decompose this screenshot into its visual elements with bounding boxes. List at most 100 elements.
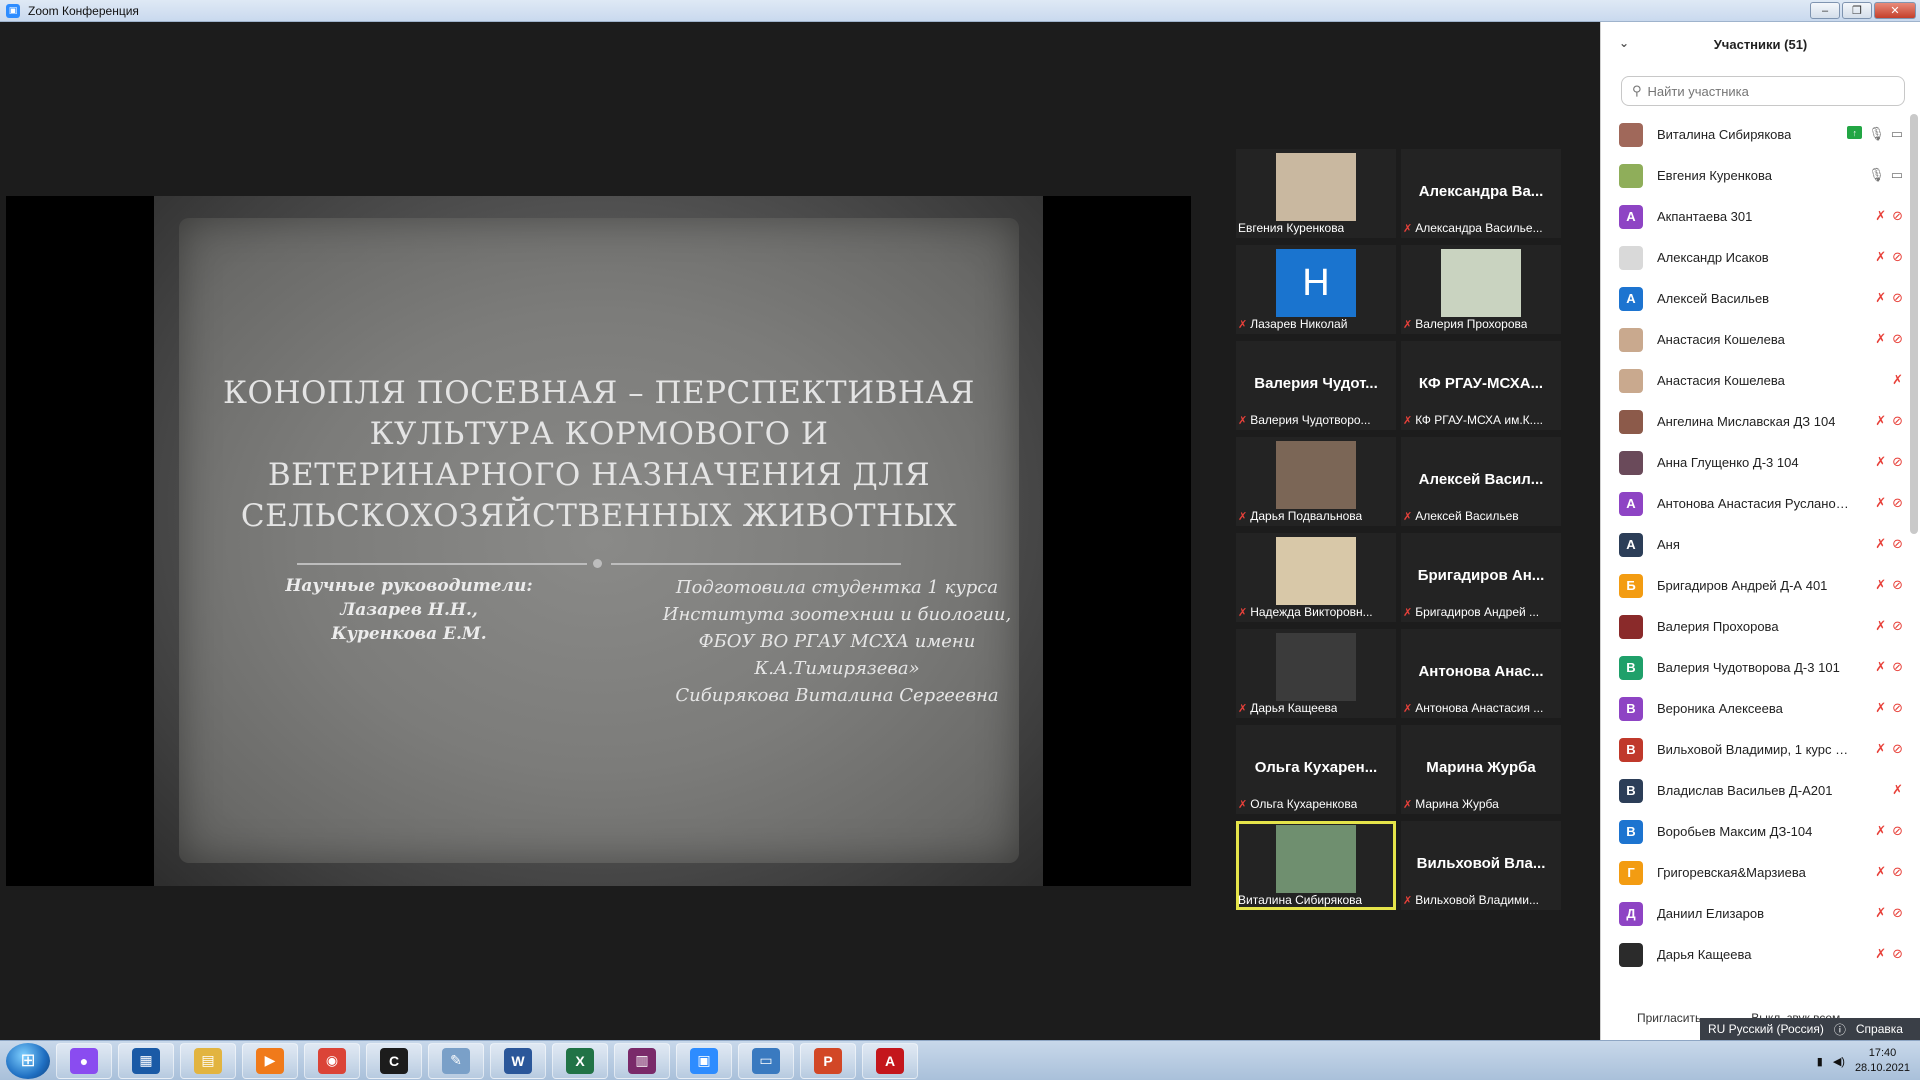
tile-caption: ✗ Валерия Чудотворо... (1238, 412, 1392, 428)
minimize-button[interactable]: – (1810, 2, 1840, 19)
participant-name: Аня (1657, 537, 1680, 552)
shared-screen: КОНОПЛЯ ПОСЕВНАЯ – ПЕРСПЕКТИВНАЯ КУЛЬТУР… (6, 196, 1191, 886)
participant-row[interactable]: А Акпантаева 301 ✗ ⊘ (1601, 196, 1909, 237)
start-button[interactable]: ⊞ (6, 1042, 50, 1079)
tile-caption-name: Алексей Васильев (1415, 509, 1519, 523)
avatar: А (1619, 491, 1643, 516)
avatar: Б (1619, 573, 1643, 598)
taskbar-acrobat-button[interactable]: A (862, 1042, 918, 1079)
network-icon[interactable]: ▮ (1817, 1055, 1823, 1068)
help-icon[interactable]: ⓘ (1834, 1021, 1846, 1038)
title-bar: ▣ Zoom Конференция – ❐ ✕ (0, 0, 1920, 22)
taskbar-excel-button[interactable]: X (552, 1042, 608, 1079)
acrobat-icon: A (876, 1047, 904, 1074)
close-button[interactable]: ✕ (1874, 2, 1916, 19)
participant-row[interactable]: Анастасия Кошелева ✗ ⊘ (1601, 319, 1909, 360)
tile-caption: ✗ Алексей Васильев (1403, 508, 1557, 524)
video-tile[interactable]: Валерия Чудот... ✗ Валерия Чудотворо... (1236, 341, 1396, 430)
tile-caption-name: Антонова Анастасия ... (1415, 701, 1544, 715)
taskbar-mathcad-button[interactable]: C (366, 1042, 422, 1079)
participant-row[interactable]: Александр Исаков ✗ ⊘ (1601, 237, 1909, 278)
taskbar-chrome-button[interactable]: ◉ (304, 1042, 360, 1079)
taskbar-powerpoint-button[interactable]: P (800, 1042, 856, 1079)
taskbar-image-viewer-button[interactable]: ▭ (738, 1042, 794, 1079)
participant-row[interactable]: Евгения Куренкова 🎙︎ ▭ (1601, 155, 1909, 196)
tile-caption: ✗ Дарья Кащеева (1238, 700, 1392, 716)
taskbar-zoom-button[interactable]: ▣ (676, 1042, 732, 1079)
participant-list-scrollbar[interactable] (1910, 114, 1918, 534)
taskbar-alice-button[interactable]: ● (56, 1042, 112, 1079)
participant-row[interactable]: Б Бригадиров Андрей Д-А 401 ✗ ⊘ (1601, 565, 1909, 606)
video-tile[interactable]: Ольга Кухарен... ✗ Ольга Кухаренкова (1236, 725, 1396, 814)
avatar: А (1619, 204, 1643, 229)
tile-display-name: Валерия Чудот... (1254, 375, 1378, 392)
video-tile[interactable]: Вильховой Вла... ✗ Вильховой Владими... (1401, 821, 1561, 910)
video-tile[interactable]: Бригадиров Ан... ✗ Бригадиров Андрей ... (1401, 533, 1561, 622)
participant-row[interactable]: В Владислав Васильев Д-А201 ✗ (1601, 770, 1909, 811)
video-tile[interactable]: Антонова Анас... ✗ Антонова Анастасия ... (1401, 629, 1561, 718)
taskbar-winrar-button[interactable]: ▥ (614, 1042, 670, 1079)
video-tile[interactable]: ✗ Дарья Подвальнова (1236, 437, 1396, 526)
participant-row[interactable]: В Вильховой Владимир, 1 курс м... ✗ ⊘ (1601, 729, 1909, 770)
taskbar-file-explorer-button[interactable]: ▤ (180, 1042, 236, 1079)
video-tile[interactable]: Александра Ва... ✗ Александра Василье... (1401, 149, 1561, 238)
language-indicator[interactable]: RU Русский (Россия) (1708, 1022, 1824, 1036)
taskbar-paint-button[interactable]: ✎ (428, 1042, 484, 1079)
participant-row[interactable]: В Валерия Чудотворова Д-3 101 ✗ ⊘ (1601, 647, 1909, 688)
camera-off-icon: ⊘ (1892, 249, 1903, 264)
video-tile[interactable]: ✗ Дарья Кащеева (1236, 629, 1396, 718)
participant-row[interactable]: А Алексей Васильев ✗ ⊘ (1601, 278, 1909, 319)
participant-row[interactable]: Анастасия Кошелева ✗ (1601, 360, 1909, 401)
mic-muted-icon: ✗ (1875, 905, 1887, 920)
participant-status-icons: ✗ ⊘ (1875, 823, 1903, 839)
video-tile[interactable]: H ✗ Лазарев Николай (1236, 245, 1396, 334)
taskbar-media-player-button[interactable]: ▶ (242, 1042, 298, 1079)
video-tile[interactable]: Алексей Васил... ✗ Алексей Васильев (1401, 437, 1561, 526)
participant-row[interactable]: В Воробьев Максим ДЗ-104 ✗ ⊘ (1601, 811, 1909, 852)
invite-button[interactable]: Пригласить (1637, 1011, 1701, 1025)
avatar (1619, 245, 1643, 270)
chevron-down-icon[interactable]: ⌄ (1619, 36, 1629, 50)
video-tile[interactable]: Марина Журба ✗ Марина Журба (1401, 725, 1561, 814)
supervisors-line: Лазарев Н.Н., (340, 600, 478, 620)
mic-muted-icon: ✗ (1875, 577, 1887, 592)
mic-muted-icon: ✗ (1875, 741, 1887, 756)
participant-row[interactable]: Валерия Прохорова ✗ ⊘ (1601, 606, 1909, 647)
participant-row[interactable]: А Аня ✗ ⊘ (1601, 524, 1909, 565)
video-tile[interactable]: ✗ Валерия Прохорова (1401, 245, 1561, 334)
clock[interactable]: 17:40 28.10.2021 (1855, 1046, 1910, 1076)
video-tile[interactable]: Виталина Сибирякова (1236, 821, 1396, 910)
supervisors-line: Куренкова Е.М. (331, 624, 487, 644)
participant-row[interactable]: А Антонова Анастасия Руслановна ✗ ⊘ (1601, 483, 1909, 524)
participant-status-icons: ✗ ⊘ (1875, 864, 1903, 880)
video-tile[interactable]: ✗ Надежда Викторовн... (1236, 533, 1396, 622)
mic-muted-icon: ✗ (1875, 495, 1887, 510)
participant-status-icons: ✗ ⊘ (1875, 905, 1903, 921)
volume-icon[interactable]: ◀) (1833, 1055, 1845, 1068)
mic-muted-icon: ✗ (1875, 413, 1887, 428)
maximize-button[interactable]: ❐ (1842, 2, 1872, 19)
avatar (1619, 368, 1643, 393)
participant-row[interactable]: Дарья Кащеева ✗ ⊘ (1601, 934, 1909, 975)
video-tile[interactable]: Евгения Куренкова (1236, 149, 1396, 238)
participant-row[interactable]: Ангелина Миславская ДЗ 104 ✗ ⊘ (1601, 401, 1909, 442)
participant-name: Алексей Васильев (1657, 291, 1770, 306)
participant-row[interactable]: Г Григоревская&Марзиева ✗ ⊘ (1601, 852, 1909, 893)
camera-off-icon: ⊘ (1892, 413, 1903, 428)
participant-row[interactable]: Виталина Сибирякова ↑ 🎙︎ ▭ (1601, 114, 1909, 155)
avatar: В (1619, 655, 1643, 680)
taskbar-app-grid-button[interactable]: ▦ (118, 1042, 174, 1079)
taskbar-word-button[interactable]: W (490, 1042, 546, 1079)
participant-row[interactable]: Анна Глущенко Д-3 104 ✗ ⊘ (1601, 442, 1909, 483)
help-link[interactable]: Справка (1856, 1022, 1903, 1036)
mic-muted-icon: ✗ (1403, 606, 1413, 619)
participant-row[interactable]: В Вероника Алексеева ✗ ⊘ (1601, 688, 1909, 729)
mathcad-icon: C (380, 1047, 408, 1074)
participant-search[interactable]: ⚲ (1621, 76, 1905, 106)
tile-display-name: Антонова Анас... (1418, 663, 1544, 680)
tile-caption: ✗ Бригадиров Андрей ... (1403, 604, 1557, 620)
video-tile[interactable]: КФ РГАУ-МСХА... ✗ КФ РГАУ-МСХА им.К.... (1401, 341, 1561, 430)
mic-muted-icon: ✗ (1238, 702, 1248, 715)
search-input[interactable] (1647, 83, 1888, 99)
participant-row[interactable]: Д Даниил Елизаров ✗ ⊘ (1601, 893, 1909, 934)
